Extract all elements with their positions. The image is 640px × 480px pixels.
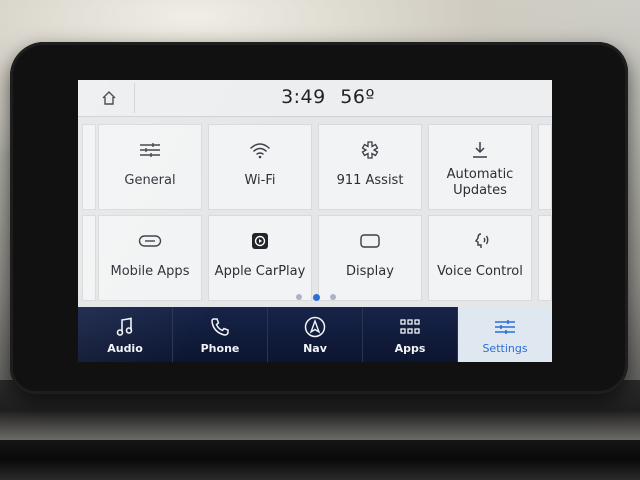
music-note-icon: [116, 317, 133, 336]
status-bar: 3:49 56º: [78, 80, 552, 117]
download-icon: [473, 142, 487, 158]
page-dot[interactable]: [296, 294, 302, 300]
tile-voice-control[interactable]: Voice Control: [428, 215, 532, 301]
nav-label: Phone: [200, 342, 240, 355]
emergency-icon: [361, 141, 379, 159]
nav-label: Audio: [107, 342, 143, 355]
clock-temperature: 3:49 56º: [258, 86, 398, 108]
tile-label: Display: [346, 264, 394, 279]
tile-label: Voice Control: [437, 264, 523, 279]
page-dot-active[interactable]: [312, 293, 320, 301]
tile-label: Mobile Apps: [110, 264, 190, 279]
page-indicator: [296, 293, 336, 301]
next-page-tile-edge: [538, 215, 552, 301]
grid-icon: [400, 319, 420, 334]
tile-display[interactable]: Display: [318, 215, 422, 301]
page-dot[interactable]: [330, 294, 336, 300]
tile-automatic-updates[interactable]: Automatic Updates: [428, 124, 532, 210]
next-page-tile-edge: [538, 124, 552, 210]
compass-icon: [304, 316, 326, 338]
prev-page-tile-edge: [82, 215, 96, 301]
outside-temperature: 56º: [340, 86, 375, 108]
home-button[interactable]: [84, 83, 135, 113]
phone-icon: [211, 318, 229, 336]
prev-page-tile-edge: [82, 124, 96, 210]
nav-phone-button[interactable]: Phone: [173, 307, 268, 362]
tile-911-assist[interactable]: 911 Assist: [318, 124, 422, 210]
tile-apple-carplay[interactable]: Apple CarPlay: [208, 215, 312, 301]
voice-icon: [474, 233, 489, 248]
display-icon: [360, 234, 380, 248]
dashboard-vent: [0, 440, 640, 480]
nav-label: Nav: [303, 342, 327, 355]
nav-nav-button[interactable]: Nav: [268, 307, 363, 362]
tile-label: General: [124, 173, 176, 188]
tile-label: 911 Assist: [336, 173, 404, 188]
carplay-icon: [252, 233, 268, 249]
nav-label: Apps: [394, 342, 426, 355]
wifi-icon: [250, 143, 270, 159]
nav-apps-button[interactable]: Apps: [363, 307, 458, 362]
nav-settings-button[interactable]: Settings: [458, 307, 552, 362]
home-icon: [102, 91, 116, 105]
tile-label: Automatic Updates: [446, 167, 514, 198]
tile-label: Apple CarPlay: [214, 264, 306, 279]
clock-time: 3:49: [281, 86, 326, 108]
infotainment-screen: 3:49 56º General Wi-Fi 911 Assist Automa…: [78, 80, 552, 362]
nav-label: Settings: [482, 342, 528, 355]
bottom-nav-bar: Audio Phone Nav Apps Settings: [78, 307, 552, 362]
nav-audio-button[interactable]: Audio: [78, 307, 173, 362]
sliders-icon: [495, 320, 515, 334]
tile-general[interactable]: General: [98, 124, 202, 210]
tile-wifi[interactable]: Wi-Fi: [208, 124, 312, 210]
tile-mobile-apps[interactable]: Mobile Apps: [98, 215, 202, 301]
tile-label: Wi-Fi: [244, 173, 276, 188]
link-icon: [138, 235, 162, 247]
sliders-icon: [140, 143, 160, 157]
